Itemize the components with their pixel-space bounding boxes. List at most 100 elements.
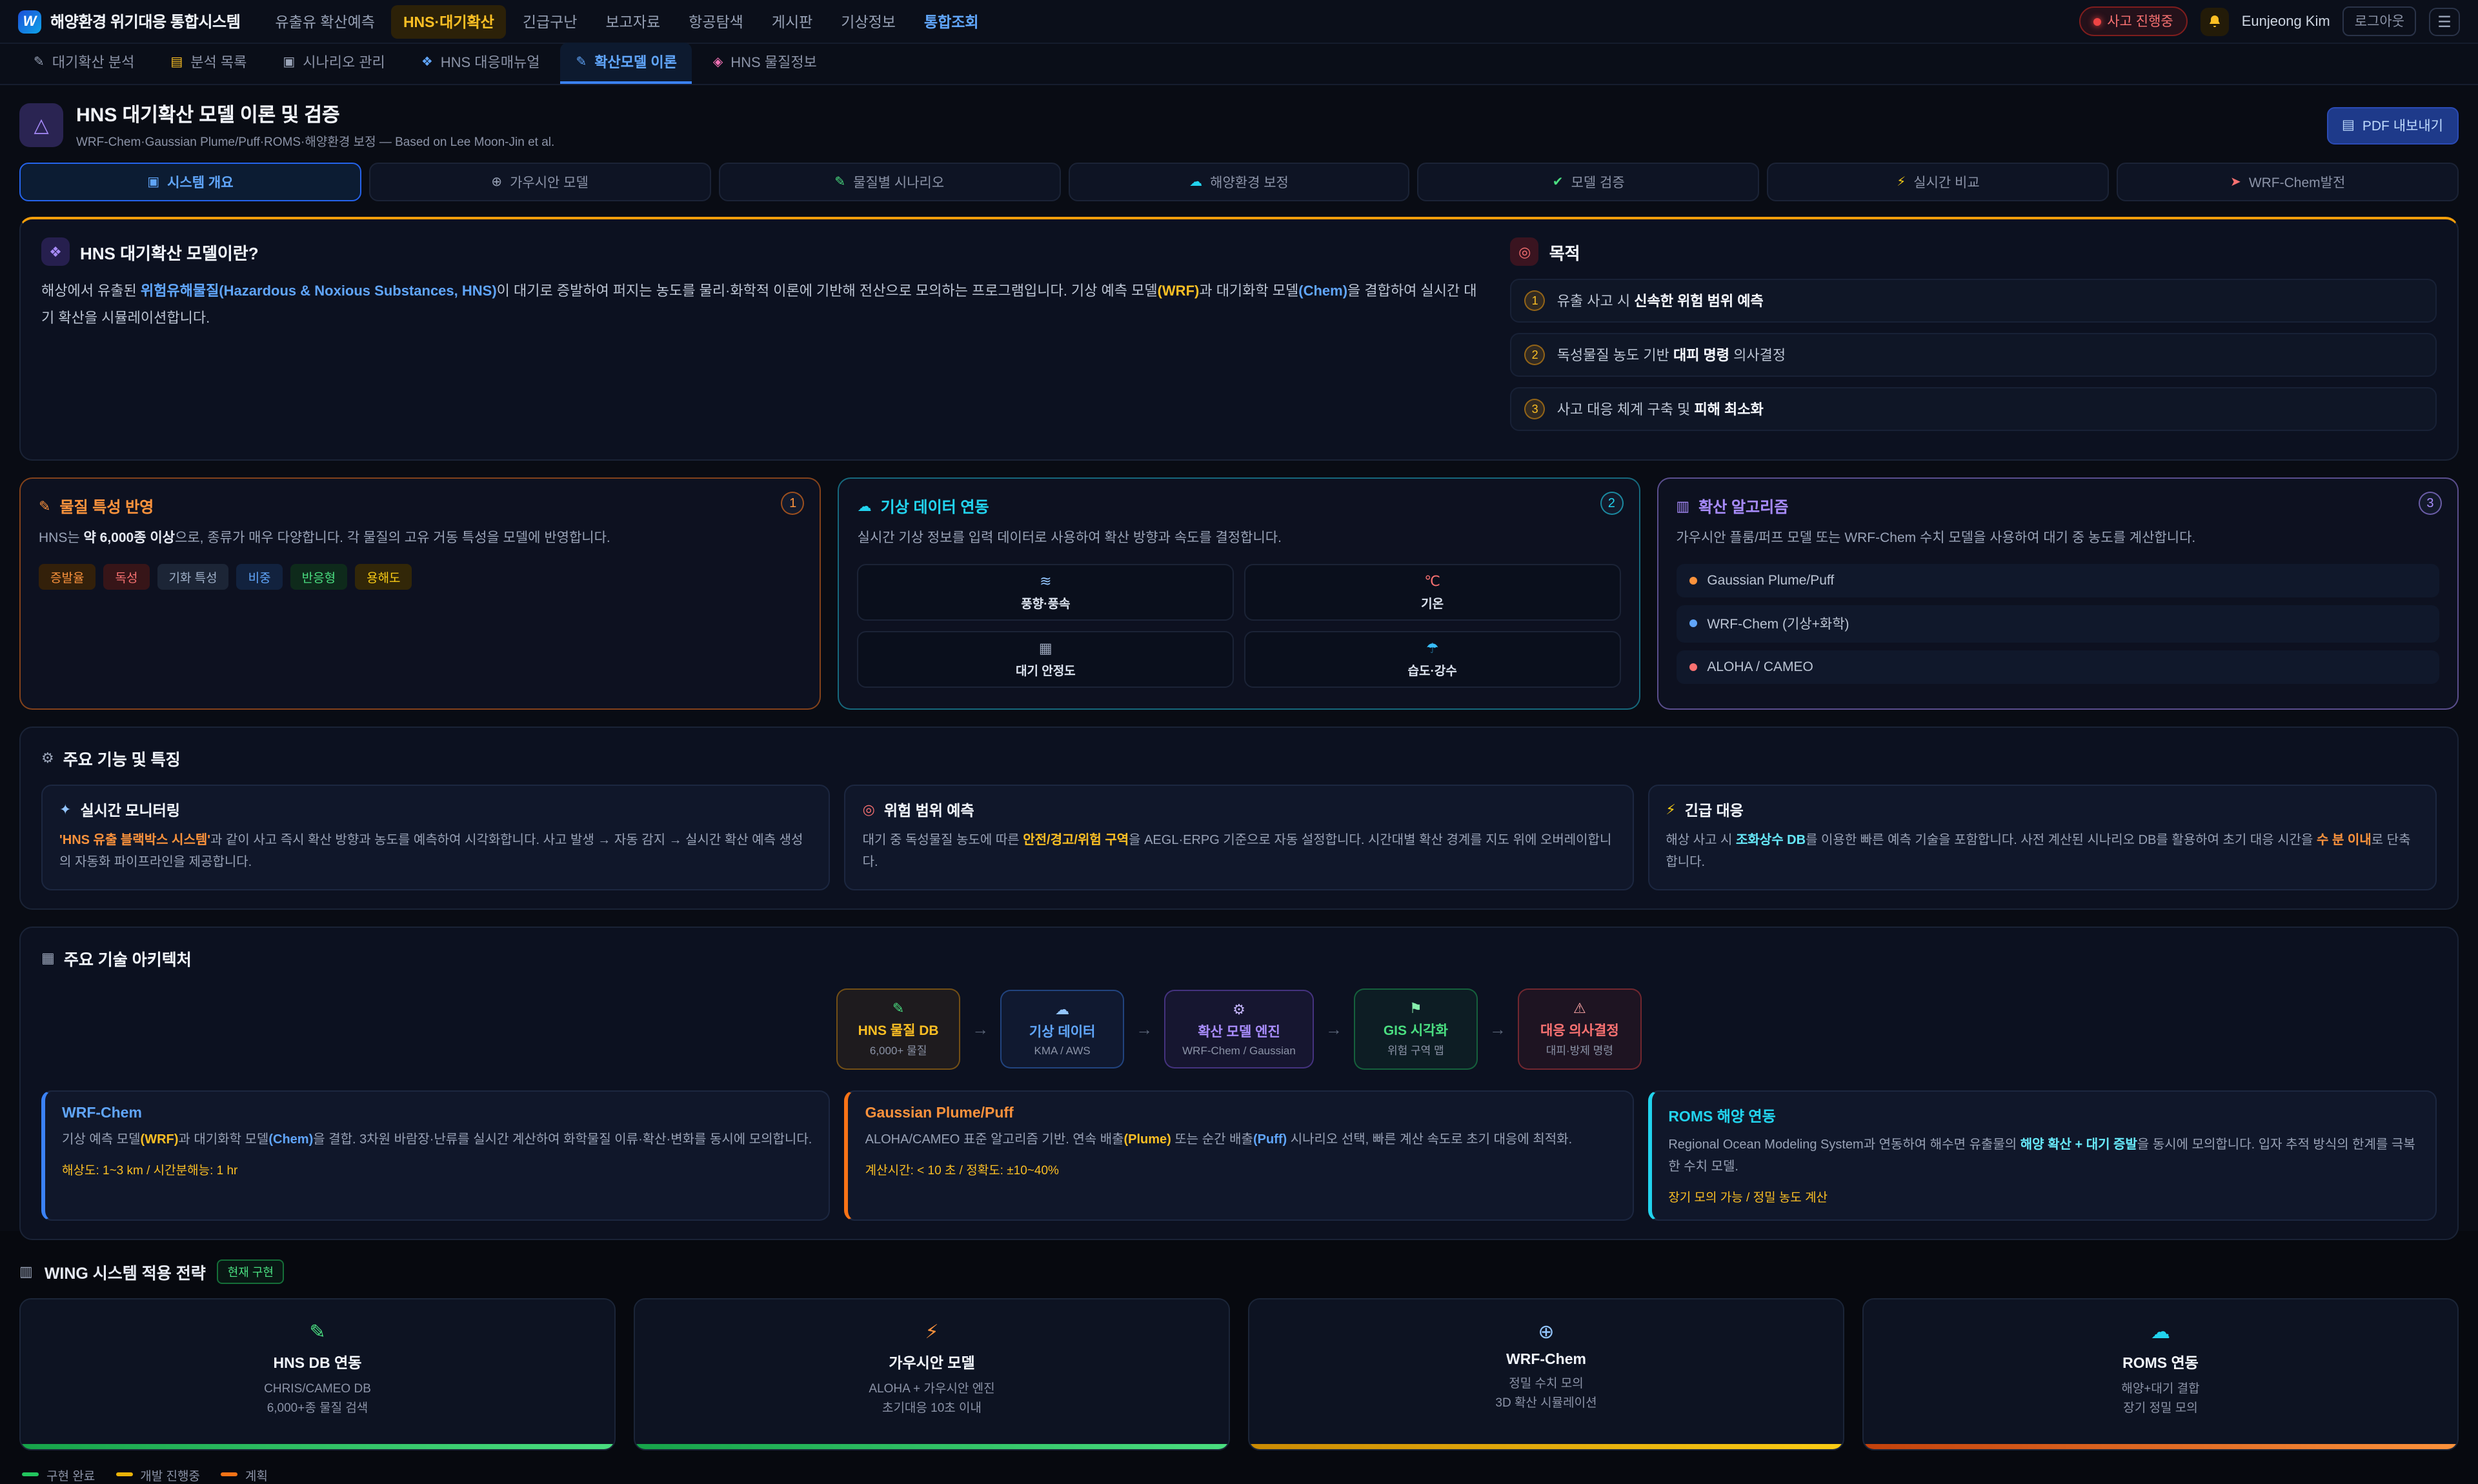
nav-item-oil-spill[interactable]: 유출유 확산예측 bbox=[263, 5, 387, 38]
tab-realtime-compare[interactable]: ⚡ 실시간 비교 bbox=[1768, 163, 2110, 201]
algorithm-label: ALOHA / CAMEO bbox=[1707, 659, 1813, 675]
number-badge: 1 bbox=[1525, 290, 1546, 311]
highlight-segment: 해양 확산 + 대기 증발 bbox=[2020, 1138, 2137, 1152]
tab-ocean-correction[interactable]: ☁ 해양환경 보정 bbox=[1068, 163, 1410, 201]
model-definition-block: ❖ HNS 대기확산 모델이란? 해상에서 유출된 위험유해물질(Hazardo… bbox=[41, 237, 1477, 441]
menu-button[interactable]: ☰ bbox=[2429, 7, 2460, 35]
subnav-label: HNS 물질정보 bbox=[730, 52, 817, 72]
feature-head: ✦ 실시간 모니터링 bbox=[59, 800, 812, 821]
highlight-segment: (Plume) bbox=[1124, 1133, 1171, 1147]
text-segment: 를 이용한 빠른 예측 기술을 포함합니다. 사전 계산된 시나리오 DB를 활… bbox=[1806, 834, 2317, 848]
architecture-title-row: ▦ 주요 기술 아키텍처 bbox=[41, 946, 2437, 970]
column-text: Regional Ocean Modeling System과 연동하여 해수면… bbox=[1668, 1134, 2419, 1178]
text-segment: 또는 순간 배출 bbox=[1171, 1133, 1253, 1147]
algorithm-label: WRF-Chem (기상+화학) bbox=[1707, 614, 1849, 634]
page-subtitle: WRF-Chem·Gaussian Plume/Puff·ROMS·해양환경 보… bbox=[76, 132, 554, 150]
nav-item-integrated-search[interactable]: 통합조회 bbox=[912, 5, 991, 38]
card-head: ☁ 기상 데이터 연동 bbox=[858, 496, 1621, 517]
bold-segment: 약 6,000종 이상 bbox=[84, 530, 176, 546]
page-title-block: HNS 대기확산 모델 이론 및 검증 WRF-Chem·Gaussian Pl… bbox=[76, 101, 554, 150]
pdf-export-button[interactable]: ▤ PDF 내보내기 bbox=[2326, 106, 2459, 144]
feature-risk-range: ◎ 위험 범위 예측 대기 중 독성물질 농도에 따른 안전/경고/위험 구역을… bbox=[845, 785, 1634, 890]
pdf-export-label: PDF 내보내기 bbox=[2362, 115, 2443, 135]
check-icon: ✔ bbox=[1553, 175, 1564, 189]
globe-icon: ⊕ bbox=[491, 175, 502, 189]
text-segment: 과 대기화학 모델 bbox=[1199, 284, 1298, 299]
highlight-segment: 수 분 이내 bbox=[2317, 834, 2372, 848]
tab-gaussian-model[interactable]: ⊕ 가우시안 모델 bbox=[369, 163, 711, 201]
card-head: ▥ 확산 알고리즘 bbox=[1676, 496, 2439, 517]
wind-icon: ≋ bbox=[1040, 573, 1051, 590]
progress-bar bbox=[21, 1444, 614, 1449]
subnav-item-substance-info[interactable]: ◈ HNS 물질정보 bbox=[698, 43, 832, 84]
subnav-item-analysis-list[interactable]: ▤ 분석 목록 bbox=[155, 43, 262, 84]
feature-text: 해상 사고 시 조화상수 DB를 이용한 빠른 예측 기술을 포함합니다. 사전… bbox=[1666, 830, 2419, 875]
nav-item-rescue[interactable]: 긴급구난 bbox=[511, 5, 589, 38]
progress-bar bbox=[635, 1444, 1229, 1449]
nav-item-weather[interactable]: 기상정보 bbox=[829, 5, 907, 38]
column-title: Gaussian Plume/Puff bbox=[865, 1106, 1616, 1121]
bullet-icon bbox=[1689, 620, 1697, 628]
column-wrfchem: WRF-Chem 기상 예측 모델(WRF)과 대기화학 모델(Chem)을 결… bbox=[41, 1090, 831, 1221]
hns-keyword: 위험유해물질(Hazardous & Noxious Substances, H… bbox=[141, 284, 497, 299]
tab-substance-scenario[interactable]: ✎ 물질별 시나리오 bbox=[718, 163, 1060, 201]
gear-icon: ⚙ bbox=[1182, 1001, 1296, 1018]
text-segment: 시나리오 선택, 빠른 계산 속도로 초기 대응에 최적화. bbox=[1287, 1133, 1572, 1147]
legend-label: 계획 bbox=[245, 1466, 268, 1484]
tab-label: 실시간 비교 bbox=[1913, 172, 1979, 192]
flow-node-name: 기상 데이터 bbox=[1018, 1022, 1106, 1041]
strategy-card-gaussian: ⚡ 가우시안 모델 ALOHA + 가우시안 엔진 초기대응 10초 이내 bbox=[634, 1298, 1230, 1450]
arrow-icon: → bbox=[972, 1019, 989, 1039]
subnav-item-scenario[interactable]: ▣ 시나리오 관리 bbox=[267, 43, 400, 84]
subnav-item-manual[interactable]: ❖ HNS 대응매뉴얼 bbox=[406, 43, 556, 84]
bold-segment: 신속한 위험 범위 예측 bbox=[1634, 294, 1764, 310]
flow-node-sub: KMA / AWS bbox=[1018, 1044, 1106, 1057]
weather-cell-wind: ≋ 풍향·풍속 bbox=[858, 564, 1234, 621]
nav-item-reports[interactable]: 보고자료 bbox=[594, 5, 672, 38]
tab-label: 해양환경 보정 bbox=[1210, 172, 1289, 192]
notification-bell-button[interactable] bbox=[2201, 7, 2229, 35]
page-content: △ HNS 대기확산 모델 이론 및 검증 WRF-Chem·Gaussian … bbox=[0, 85, 2478, 1484]
nav-item-hns-diffusion[interactable]: HNS·대기확산 bbox=[392, 5, 506, 38]
flow-node-hns-db: ✎ HNS 물질 DB 6,000+ 물질 bbox=[836, 988, 960, 1070]
pencil-icon: ✎ bbox=[34, 1320, 601, 1343]
legend-label: 개발 진행중 bbox=[140, 1466, 200, 1484]
column-stats: 장기 모의 가능 / 정밀 농도 계산 bbox=[1668, 1187, 2419, 1205]
incident-status-badge[interactable]: 사고 진행중 bbox=[2079, 6, 2187, 36]
flag-icon: ⚑ bbox=[1372, 1000, 1460, 1017]
features-title: 주요 기능 및 특징 bbox=[63, 746, 181, 770]
purpose-block: ◎ 목적 1 유출 사고 시 신속한 위험 범위 예측 2 독성물질 농도 기반… bbox=[1511, 237, 2437, 441]
target-icon: ◎ bbox=[863, 802, 875, 819]
architecture-columns: WRF-Chem 기상 예측 모델(WRF)과 대기화학 모델(Chem)을 결… bbox=[41, 1090, 2437, 1221]
feature-title: 긴급 대응 bbox=[1685, 800, 1744, 821]
column-roms: ROMS 해양 연동 Regional Ocean Modeling Syste… bbox=[1647, 1090, 2437, 1221]
arrow-icon: → bbox=[1325, 1019, 1342, 1039]
purpose-title: 목적 bbox=[1549, 239, 1580, 264]
flow-node-name: 확산 모델 엔진 bbox=[1182, 1022, 1296, 1041]
subnav-label: 분석 목록 bbox=[190, 52, 247, 72]
list-icon: ▤ bbox=[170, 55, 183, 69]
incident-dot-icon bbox=[2093, 17, 2100, 25]
tab-label: 시스템 개요 bbox=[167, 172, 233, 192]
card-number-badge: 3 bbox=[2419, 492, 2442, 515]
purpose-text: 유출 사고 시 신속한 위험 범위 예측 bbox=[1557, 290, 1764, 311]
subnav-item-model-theory[interactable]: ✎ 확산모델 이론 bbox=[561, 43, 692, 84]
card-description: HNS는 약 6,000종 이상으로, 종류가 매우 다양합니다. 각 물질의 … bbox=[39, 528, 802, 551]
logout-button[interactable]: 로그아웃 bbox=[2343, 6, 2416, 36]
app-logo[interactable]: W 해양환경 위기대응 통합시스템 bbox=[18, 10, 240, 33]
overview-section: ❖ HNS 대기확산 모델이란? 해상에서 유출된 위험유해물질(Hazardo… bbox=[19, 217, 2459, 461]
subnav-item-analysis[interactable]: ✎ 대기확산 분석 bbox=[18, 43, 150, 84]
chart-icon: ▥ bbox=[1676, 498, 1689, 515]
text-segment: 기상 예측 모델 bbox=[62, 1133, 141, 1147]
architecture-flow: ✎ HNS 물질 DB 6,000+ 물질 → ☁ 기상 데이터 KMA / A… bbox=[41, 988, 2437, 1070]
highlight-segment: 안전/경고/위험 구역 bbox=[1023, 834, 1129, 848]
purpose-item-3: 3 사고 대응 체계 구축 및 피해 최소화 bbox=[1511, 387, 2437, 431]
tab-model-validation[interactable]: ✔ 모델 검증 bbox=[1418, 163, 1760, 201]
tab-wrfchem-advance[interactable]: ➤ WRF-Chem발전 bbox=[2117, 163, 2459, 201]
nav-item-board[interactable]: 게시판 bbox=[760, 5, 825, 38]
tab-system-overview[interactable]: ▣ 시스템 개요 bbox=[19, 163, 361, 201]
card-title: 기상 데이터 연동 bbox=[881, 496, 989, 517]
nav-item-aerial-search[interactable]: 항공탐색 bbox=[677, 5, 755, 38]
flow-node-weather-data: ☁ 기상 데이터 KMA / AWS bbox=[1000, 990, 1124, 1068]
globe-icon: ⊕ bbox=[1262, 1320, 1830, 1343]
